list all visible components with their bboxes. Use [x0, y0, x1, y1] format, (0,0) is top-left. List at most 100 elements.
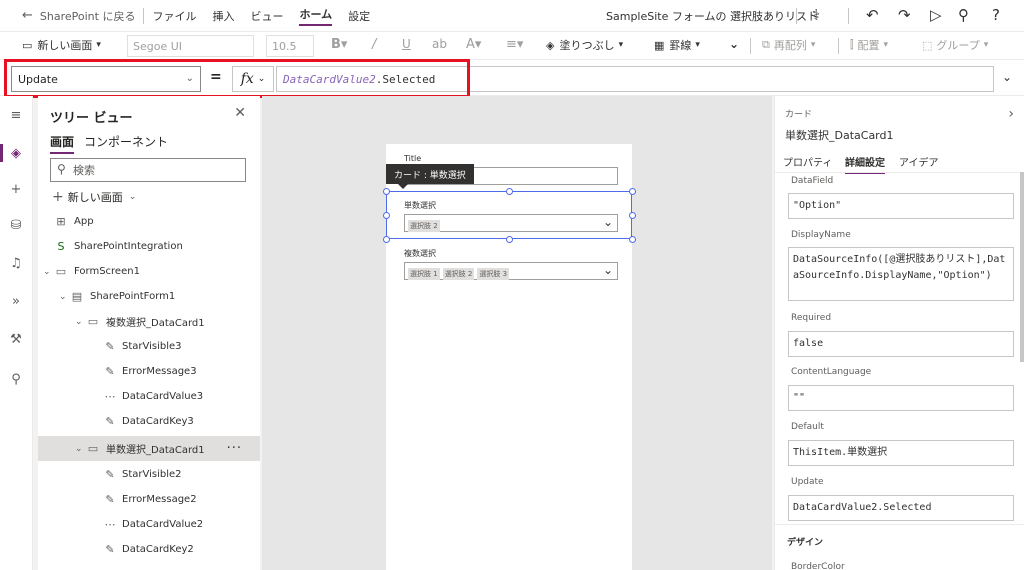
chevron-down-icon[interactable]: ⌄ — [43, 267, 51, 277]
resize-handle[interactable] — [383, 212, 390, 219]
app-title: SampleSite フォームの 選択肢ありリスト — [606, 10, 819, 23]
scrollbar[interactable] — [1020, 172, 1024, 362]
resize-handle[interactable] — [506, 188, 513, 195]
new-screen-button[interactable]: + 新しい画面 ⌄ — [52, 189, 136, 205]
selected-tag: 選択肢 3 — [477, 268, 510, 280]
more-options-icon[interactable]: ··· — [227, 441, 242, 456]
tree-item-errormessage2[interactable]: ✎ ErrorMessage2 — [38, 487, 260, 512]
tree-view-layers-icon[interactable]: ◈ — [8, 146, 24, 161]
chevron-down-icon: ▾ — [618, 40, 624, 50]
tree-item-starvisible3[interactable]: ✎ StarVisible3 — [38, 334, 260, 359]
tree-item-datacardkey2[interactable]: ✎ DataCardKey2 — [38, 537, 260, 562]
data-cylinder-icon[interactable]: ⛁ — [8, 218, 24, 233]
redo-icon[interactable]: ↷ — [898, 6, 911, 24]
design-canvas[interactable]: Title 単数選択 選択肢 2 ⌄ 複数選択 選択肢 1 選択肢 2 選択肢 3 … — [262, 96, 772, 570]
menu-separator — [848, 8, 849, 24]
toolbar-separator — [838, 38, 839, 54]
fill-button[interactable]: ◈ 塗りつぶし ▾ — [546, 37, 623, 53]
chevron-down-icon[interactable]: ⌄ — [75, 444, 83, 454]
prop-input-datafield[interactable]: "Option" — [788, 193, 1014, 219]
prop-input-update[interactable]: DataCardValue2.Selected — [788, 495, 1014, 521]
tab-components[interactable]: コンポーネント — [84, 133, 168, 150]
bold-button[interactable]: B▾ — [331, 37, 347, 52]
resize-handle[interactable] — [629, 236, 636, 243]
prop-label-update: Update — [791, 477, 824, 487]
tree-item-sharepointform1[interactable]: ⌄ ▤ SharePointForm1 — [38, 284, 260, 309]
search-icon[interactable]: ⚲ — [8, 372, 24, 387]
italic-button[interactable]: / — [372, 37, 376, 52]
font-size-select[interactable]: 10.5 — [266, 35, 314, 57]
label-icon: ✎ — [105, 415, 115, 428]
tree-item-single-datacard1[interactable]: ⌄ ▭ 単数選択_DataCard1 ··· — [38, 436, 260, 461]
formula-expand-chevron-icon[interactable]: ⌄ — [1002, 70, 1012, 84]
tab-screens[interactable]: 画面 — [50, 133, 75, 154]
card-icon: ▭ — [87, 315, 99, 328]
border-button[interactable]: ▦ 罫線 ▾ — [654, 37, 700, 53]
prop-input-required[interactable]: false — [788, 331, 1014, 357]
menu-view[interactable]: ビュー — [250, 8, 283, 24]
app-icon: ⊞ — [56, 215, 66, 228]
selection-box[interactable] — [386, 191, 632, 239]
menu-settings[interactable]: 設定 — [348, 8, 370, 24]
person-icon[interactable]: ⚲ — [958, 6, 969, 24]
undo-icon[interactable]: ↶ — [866, 6, 879, 24]
chevron-down-icon[interactable]: ⌄ — [75, 317, 83, 327]
advanced-tools-icon[interactable]: ⚒ — [8, 332, 24, 347]
more-chevron-icon[interactable]: ⌄ — [729, 37, 739, 51]
reorder-button[interactable]: ⧉ 再配列 ▾ — [762, 37, 815, 53]
prop-input-contentlanguage[interactable]: "" — [788, 385, 1014, 411]
prop-input-default[interactable]: ThisItem.単数選択 — [788, 440, 1014, 466]
font-select[interactable]: Segoe UI — [127, 35, 254, 57]
align-button[interactable]: ⫿ 配置 ▾ — [850, 37, 888, 53]
new-screen-button[interactable]: ▭ 新しい画面 ▾ — [22, 37, 101, 53]
tree-item-sharepointintegration[interactable]: S SharePointIntegration — [38, 234, 260, 259]
media-icon[interactable]: ♫ — [8, 256, 24, 271]
insert-plus-icon[interactable]: + — [8, 182, 24, 197]
selected-tag: 選択肢 1 — [408, 268, 440, 280]
label-icon: ✎ — [105, 493, 115, 506]
group-button[interactable]: ⬚ グループ ▾ — [922, 37, 988, 53]
resize-handle[interactable] — [506, 236, 513, 243]
text-align-button[interactable]: ≡▾ — [506, 37, 523, 52]
chevron-down-icon[interactable]: ⌄ — [603, 263, 613, 277]
tree-item-datacardvalue3[interactable]: ⋯ DataCardValue3 — [38, 384, 260, 409]
tab-divider — [775, 172, 1024, 173]
align-icon: ⫿ — [850, 38, 854, 51]
tree-item-datacardvalue2[interactable]: ⋯ DataCardValue2 — [38, 512, 260, 537]
tree-item-errormessage3[interactable]: ✎ ErrorMessage3 — [38, 359, 260, 384]
tree-item-formscreen1[interactable]: ⌄ ▭ FormScreen1 — [38, 259, 260, 284]
strikethrough-button[interactable]: ab — [432, 37, 447, 51]
tab-properties[interactable]: プロパティ — [783, 154, 832, 169]
underline-button[interactable]: U — [402, 37, 411, 51]
chevron-down-icon[interactable]: ⌄ — [59, 292, 67, 302]
menu-insert[interactable]: 挿入 — [212, 8, 234, 24]
tree-item-starvisible2[interactable]: ✎ StarVisible2 — [38, 462, 260, 487]
menu-file[interactable]: ファイル — [152, 8, 196, 24]
power-automate-icon[interactable]: » — [8, 294, 24, 309]
chevron-down-icon: ▾ — [983, 40, 989, 50]
multi-choice-combobox[interactable]: 選択肢 1 選択肢 2 選択肢 3 ⌄ — [404, 262, 618, 280]
resize-handle[interactable] — [383, 188, 390, 195]
toolbar-separator — [750, 38, 751, 54]
hamburger-menu-icon[interactable]: ≡ — [8, 108, 24, 123]
tree-item-app[interactable]: ⊞ App — [38, 209, 260, 234]
font-color-button[interactable]: A▾ — [466, 37, 481, 52]
resize-handle[interactable] — [629, 188, 636, 195]
stethoscope-icon[interactable]: ⚕ — [812, 6, 820, 24]
back-to-sharepoint-button[interactable]: ← SharePoint に戻る — [0, 8, 135, 24]
tree-item-datacardkey3[interactable]: ✎ DataCardKey3 — [38, 409, 260, 434]
prop-input-displayname[interactable]: DataSourceInfo([@選択肢ありリスト],DataSourceInf… — [788, 247, 1014, 301]
chevron-down-icon: ▾ — [695, 40, 700, 50]
tree-search-input[interactable]: ⚲ 検索 — [50, 158, 246, 182]
close-icon[interactable]: ✕ — [234, 105, 246, 121]
tab-advanced[interactable]: 詳細設定 — [845, 154, 885, 174]
play-icon[interactable]: ▷ — [930, 6, 942, 24]
resize-handle[interactable] — [383, 236, 390, 243]
help-icon[interactable]: ? — [992, 6, 1000, 24]
chevron-right-icon[interactable]: › — [1008, 106, 1014, 122]
resize-handle[interactable] — [629, 212, 636, 219]
menu-home[interactable]: ホーム — [299, 6, 333, 26]
tree-item-multi-datacard1[interactable]: ⌄ ▭ 複数選択_DataCard1 — [38, 309, 260, 334]
tab-ideas[interactable]: アイデア — [899, 154, 939, 169]
menu-bar: ← SharePoint に戻る ファイル 挿入 ビュー ホーム 設定 Samp… — [0, 0, 1024, 32]
